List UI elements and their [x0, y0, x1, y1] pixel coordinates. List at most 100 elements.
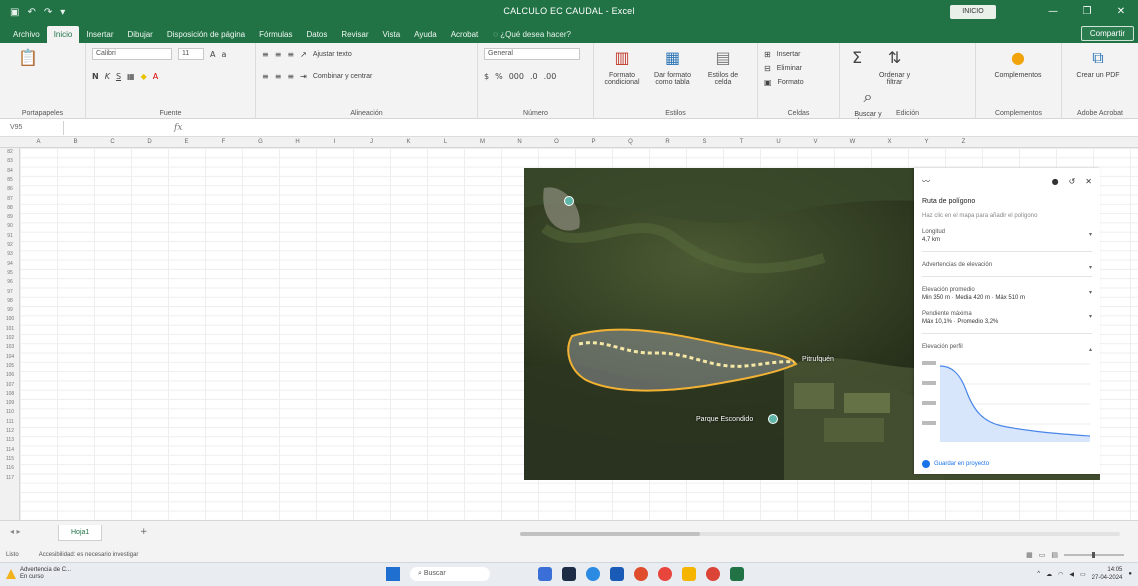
- windows-start-icon[interactable]: [386, 567, 400, 581]
- row-header[interactable]: 99: [0, 306, 20, 315]
- row-header[interactable]: 108: [0, 390, 20, 399]
- sheet-tab-hoja1[interactable]: Hoja1: [58, 525, 103, 541]
- wifi-icon[interactable]: ◠: [1058, 571, 1063, 578]
- align-left-icon[interactable]: ≡: [262, 72, 269, 81]
- row-header[interactable]: 116: [0, 464, 20, 473]
- tab-inicio[interactable]: Inicio: [46, 26, 80, 43]
- page-layout-icon[interactable]: ▭: [1039, 551, 1046, 559]
- field-length[interactable]: Longitud 4,7 km ▾: [922, 229, 1092, 243]
- info-icon[interactable]: ●: [1052, 177, 1059, 186]
- row-header[interactable]: 109: [0, 399, 20, 408]
- column-header[interactable]: T: [723, 137, 760, 148]
- row-header[interactable]: 89: [0, 213, 20, 222]
- column-header[interactable]: Q: [612, 137, 649, 148]
- format-cells-button[interactable]: ▣ Formato: [764, 75, 833, 89]
- tab-revisar[interactable]: Revisar: [334, 26, 375, 43]
- row-header[interactable]: 96: [0, 278, 20, 287]
- cloud-icon[interactable]: ☁: [1046, 571, 1052, 578]
- user-chip[interactable]: INICIO: [950, 5, 996, 19]
- fx-icon[interactable]: fx: [174, 123, 182, 133]
- fill-color-icon[interactable]: ◆: [141, 72, 147, 81]
- row-header[interactable]: 93: [0, 250, 20, 259]
- italic-button[interactable]: K: [105, 72, 110, 81]
- align-middle-icon[interactable]: ≡: [275, 50, 282, 59]
- tab-archivo[interactable]: Archivo: [6, 26, 47, 43]
- align-center-icon[interactable]: ≡: [275, 72, 282, 81]
- column-header[interactable]: L: [427, 137, 464, 148]
- column-header[interactable]: M: [464, 137, 501, 148]
- undo-icon[interactable]: ↺: [1069, 177, 1076, 186]
- delete-cells-button[interactable]: ⊟ Eliminar: [764, 61, 833, 75]
- volume-icon[interactable]: ◀: [1069, 571, 1074, 578]
- outlook-icon[interactable]: [610, 567, 624, 581]
- chrome-icon[interactable]: [634, 567, 648, 581]
- row-header[interactable]: 105: [0, 362, 20, 371]
- column-header[interactable]: V: [797, 137, 834, 148]
- cell-styles-button[interactable]: ▤ Estilos de celda: [701, 47, 745, 86]
- tab-insertar[interactable]: Insertar: [79, 26, 120, 43]
- align-top-icon[interactable]: ≡: [262, 50, 269, 59]
- page-break-icon[interactable]: ▤: [1051, 551, 1058, 559]
- share-button[interactable]: Compartir: [1080, 26, 1134, 41]
- park-pin-icon[interactable]: [768, 414, 778, 424]
- align-bottom-icon[interactable]: ≡: [287, 50, 294, 59]
- column-header[interactable]: N: [501, 137, 538, 148]
- bold-button[interactable]: N: [92, 72, 99, 81]
- row-header[interactable]: 94: [0, 260, 20, 269]
- tab-datos[interactable]: Datos: [299, 26, 334, 43]
- row-header[interactable]: 86: [0, 185, 20, 194]
- people-app-icon[interactable]: [538, 567, 552, 581]
- orientation-icon[interactable]: ↗: [300, 50, 307, 59]
- sort-filter-button[interactable]: ⇅ Ordenar y filtrar: [873, 47, 917, 86]
- create-pdf-button[interactable]: ⧉ Crear un PDF: [1068, 47, 1128, 79]
- name-box[interactable]: V95: [6, 120, 64, 135]
- row-header[interactable]: 114: [0, 446, 20, 455]
- row-header[interactable]: 97: [0, 288, 20, 297]
- row-header[interactable]: 90: [0, 222, 20, 231]
- increase-decimal-icon[interactable]: .0: [530, 72, 538, 81]
- battery-icon[interactable]: ▭: [1080, 571, 1086, 578]
- align-right-icon[interactable]: ≡: [287, 72, 294, 81]
- font-name-select[interactable]: Calibri: [92, 48, 172, 60]
- save-project-link[interactable]: Guardar en proyecto: [922, 460, 1092, 468]
- column-header[interactable]: Z: [945, 137, 982, 148]
- row-header[interactable]: 110: [0, 408, 20, 417]
- undo-icon[interactable]: ↶: [27, 7, 35, 18]
- row-header[interactable]: 83: [0, 157, 20, 166]
- horizontal-scrollbar[interactable]: [520, 532, 1120, 536]
- addins-button[interactable]: ● Complementos: [982, 47, 1054, 79]
- customize-qat-icon[interactable]: ▾: [60, 7, 65, 18]
- tab-dibujar[interactable]: Dibujar: [121, 26, 160, 43]
- row-header[interactable]: 113: [0, 436, 20, 445]
- insert-cells-button[interactable]: ⊞ Insertar: [764, 47, 833, 61]
- format-table-button[interactable]: ▦ Dar formato como tabla: [651, 47, 695, 86]
- excel-taskbar-icon[interactable]: [730, 567, 744, 581]
- row-header[interactable]: 92: [0, 241, 20, 250]
- column-header[interactable]: Y: [908, 137, 945, 148]
- close-button[interactable]: ✕: [1104, 0, 1138, 24]
- row-header[interactable]: 115: [0, 455, 20, 464]
- column-header[interactable]: U: [760, 137, 797, 148]
- borders-icon[interactable]: ▦: [127, 72, 135, 81]
- grow-font-icon[interactable]: A: [210, 50, 215, 59]
- row-header[interactable]: 106: [0, 371, 20, 380]
- tray-chevron-icon[interactable]: ^: [1037, 571, 1040, 577]
- column-header[interactable]: X: [871, 137, 908, 148]
- close-panel-icon[interactable]: ✕: [1085, 177, 1092, 186]
- taskbar-search[interactable]: ⌕ Buscar: [410, 567, 490, 581]
- column-header[interactable]: S: [686, 137, 723, 148]
- chrome-2-icon[interactable]: [706, 567, 720, 581]
- underline-button[interactable]: S: [116, 72, 121, 81]
- field-max-slope[interactable]: Pendiente máxima Máx 10,1% · Promedio 3,…: [922, 311, 1092, 325]
- zoom-knob[interactable]: [1092, 552, 1095, 558]
- elevation-profile-chart[interactable]: [922, 356, 1092, 452]
- place-pin-icon[interactable]: [564, 196, 574, 206]
- column-header[interactable]: G: [242, 137, 279, 148]
- column-header[interactable]: K: [390, 137, 427, 148]
- row-header[interactable]: 100: [0, 315, 20, 324]
- column-header[interactable]: J: [353, 137, 390, 148]
- row-header[interactable]: 103: [0, 343, 20, 352]
- ruler-icon[interactable]: 〰: [922, 176, 930, 187]
- row-header[interactable]: 104: [0, 353, 20, 362]
- row-header[interactable]: 88: [0, 204, 20, 213]
